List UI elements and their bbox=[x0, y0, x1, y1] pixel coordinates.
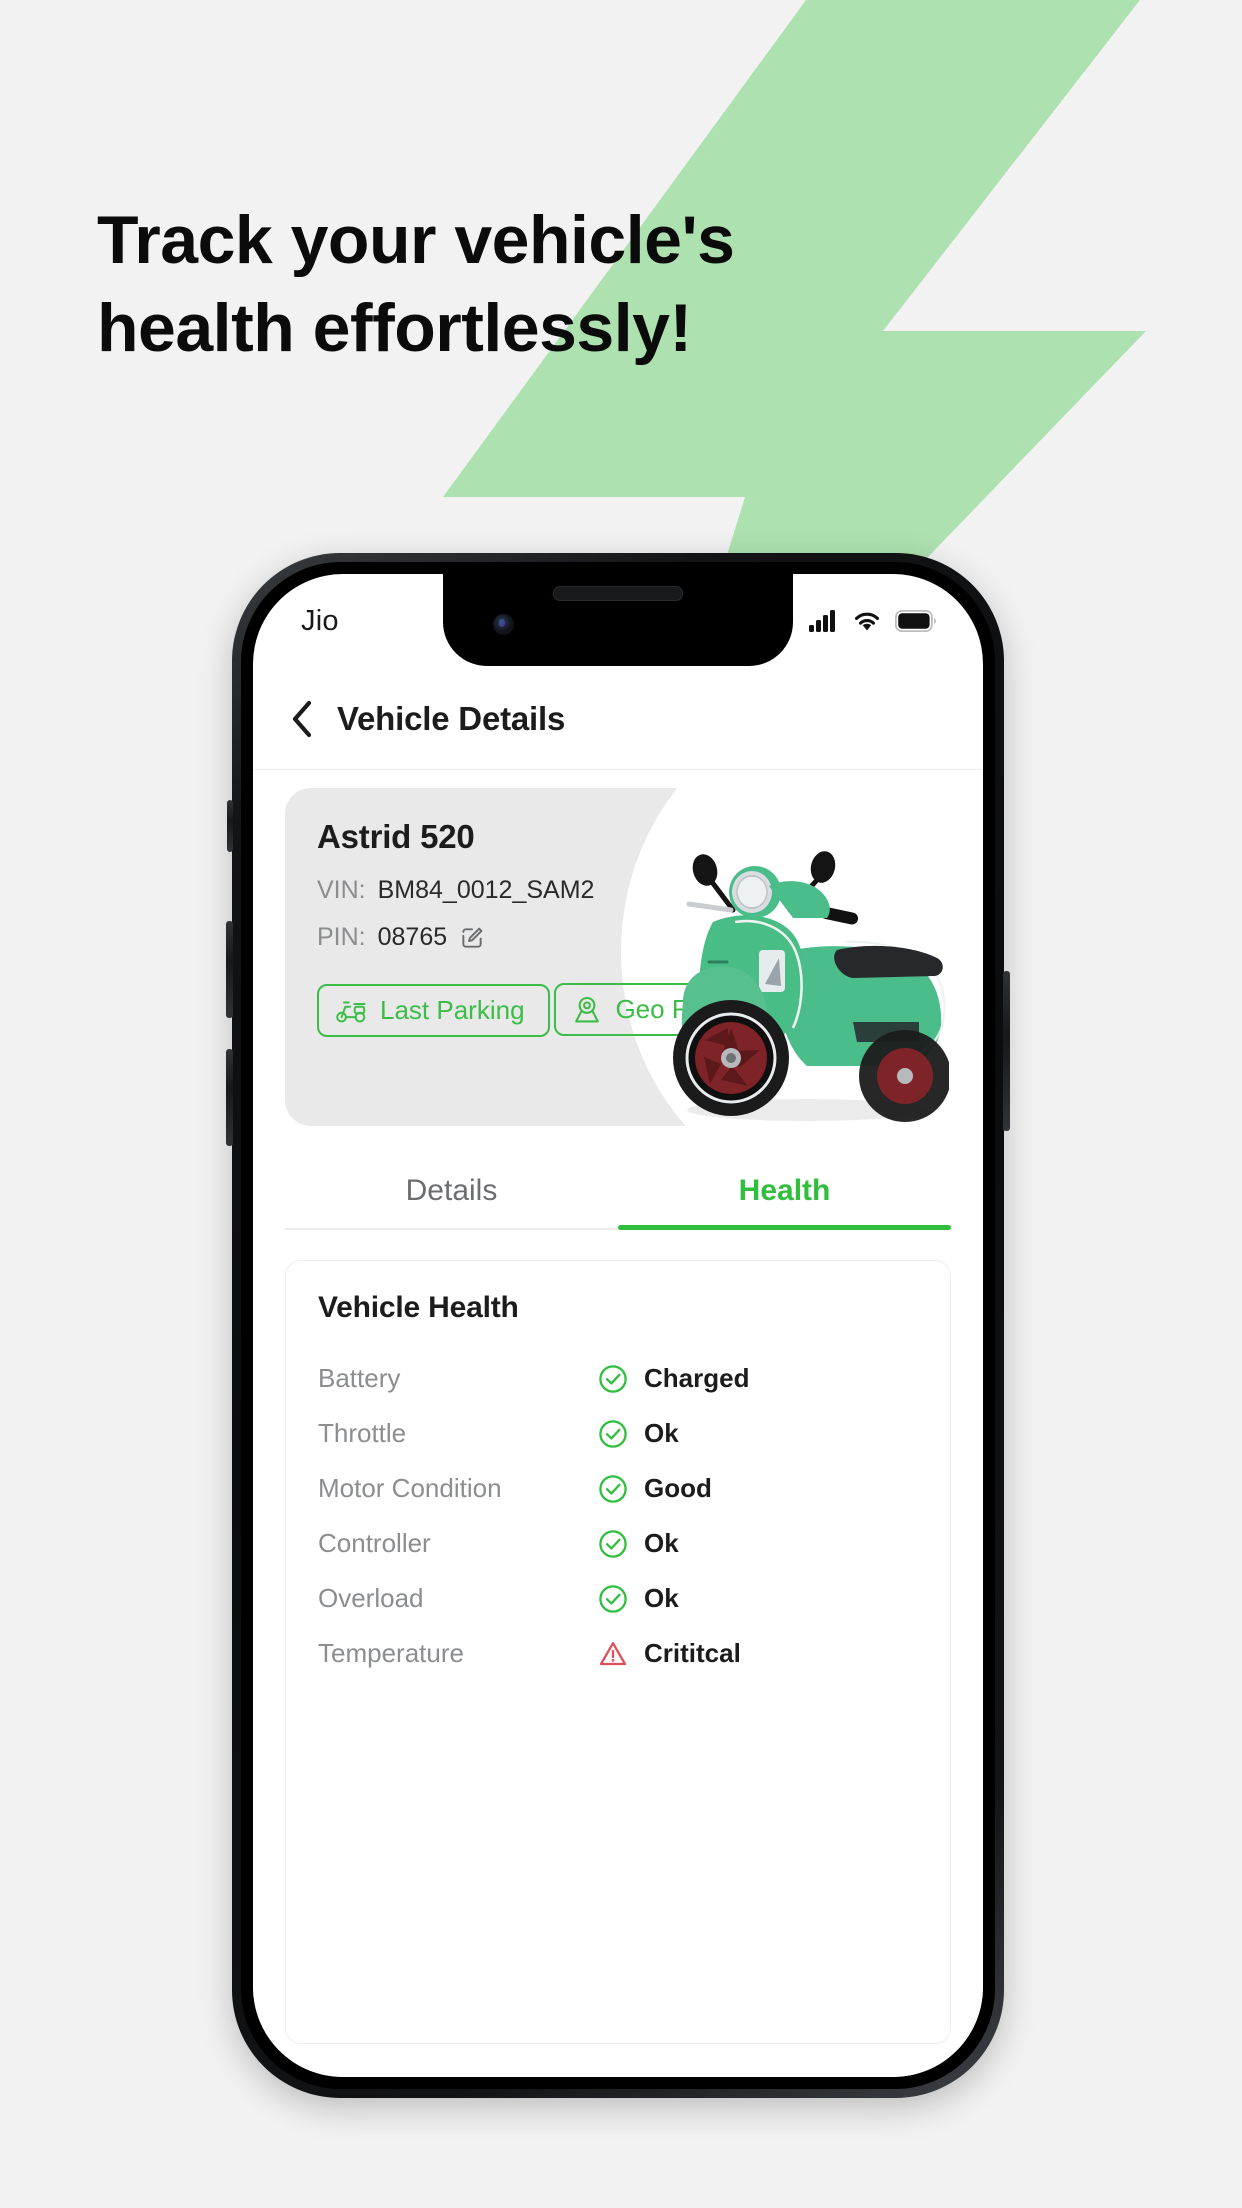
check-circle-icon bbox=[599, 1474, 627, 1503]
health-label: Temperature bbox=[318, 1638, 464, 1668]
check-circle-icon bbox=[599, 1364, 627, 1393]
health-status: Ok bbox=[598, 1583, 679, 1614]
health-label: Overload bbox=[318, 1583, 424, 1613]
geo-fence-pin-icon bbox=[575, 996, 600, 1022]
vehicle-tabs: Details Health bbox=[285, 1162, 951, 1230]
pin-value: 08765 bbox=[377, 923, 448, 951]
phone-mockup: Jio Vehicle Details Astrid 520 VIN: BM84… bbox=[226, 553, 1010, 2098]
headline-line-1: Track your vehicle's bbox=[97, 202, 735, 278]
chevron-left-icon bbox=[292, 700, 312, 737]
cellular-bars-icon bbox=[809, 610, 835, 632]
status-bar: Jio bbox=[253, 574, 983, 668]
health-row-battery: Battery Charged bbox=[318, 1351, 918, 1406]
health-status: Charged bbox=[598, 1363, 749, 1394]
health-status-text: Crititcal bbox=[644, 1638, 741, 1668]
health-status: Good bbox=[598, 1473, 712, 1504]
health-status-text: Good bbox=[644, 1473, 712, 1503]
vin-value: BM84_0012_SAM2 bbox=[377, 876, 595, 904]
health-row-overload: Overload Ok bbox=[318, 1571, 918, 1626]
health-status-text: Ok bbox=[644, 1418, 679, 1448]
health-status-text: Ok bbox=[644, 1583, 679, 1613]
vehicle-summary-card: Astrid 520 VIN: BM84_0012_SAM2 PIN: 0876… bbox=[285, 788, 951, 1126]
health-status: Ok bbox=[598, 1528, 679, 1559]
check-circle-icon bbox=[599, 1584, 627, 1613]
health-status-text: Ok bbox=[644, 1528, 679, 1558]
carrier-label: Jio bbox=[301, 604, 339, 637]
health-card-title: Vehicle Health bbox=[318, 1291, 519, 1324]
silent-switch[interactable] bbox=[227, 800, 233, 852]
scooter-image bbox=[673, 851, 949, 1122]
headline-line-2: health effortlessly! bbox=[97, 290, 692, 367]
tab-details[interactable]: Details bbox=[285, 1162, 618, 1228]
volume-down-button[interactable] bbox=[226, 1049, 233, 1146]
status-icons bbox=[809, 610, 937, 632]
health-label: Throttle bbox=[318, 1418, 407, 1448]
tab-health[interactable]: Health bbox=[618, 1162, 951, 1230]
scooter-icon bbox=[336, 1001, 366, 1022]
check-circle-icon bbox=[599, 1419, 627, 1448]
health-label: Controller bbox=[318, 1528, 431, 1558]
back-button[interactable] bbox=[289, 699, 315, 739]
health-label: Motor Condition bbox=[318, 1473, 502, 1503]
warning-triangle-icon bbox=[599, 1641, 627, 1665]
health-label: Battery bbox=[318, 1363, 401, 1393]
health-row-controller: Controller Ok bbox=[318, 1516, 918, 1571]
health-status: Crititcal bbox=[598, 1638, 741, 1669]
promo-headline: Track your vehicle's health effortlessly… bbox=[97, 196, 957, 373]
edit-pin-button[interactable] bbox=[459, 925, 485, 951]
wifi-icon bbox=[855, 612, 879, 631]
last-parking-label: Last Parking bbox=[380, 995, 525, 1025]
app-navigation-bar: Vehicle Details bbox=[253, 668, 983, 770]
check-circle-icon bbox=[599, 1529, 627, 1558]
health-status-text: Charged bbox=[644, 1363, 750, 1393]
page-title: Vehicle Details bbox=[337, 699, 566, 737]
health-row-throttle: Throttle Ok bbox=[318, 1406, 918, 1461]
edit-pencil-icon bbox=[462, 927, 483, 948]
last-parking-button[interactable]: Last Parking bbox=[317, 984, 550, 1037]
vin-label: VIN: bbox=[317, 876, 366, 904]
phone-screen: Jio Vehicle Details Astrid 520 VIN: BM84… bbox=[253, 574, 983, 2077]
volume-up-button[interactable] bbox=[226, 921, 233, 1018]
vehicle-health-card: Vehicle Health Battery Charged Throttle bbox=[285, 1260, 951, 2044]
pin-label: PIN: bbox=[317, 923, 366, 951]
screen-content: Astrid 520 VIN: BM84_0012_SAM2 PIN: 0876… bbox=[253, 770, 983, 2077]
health-row-temperature: Temperature Crititcal bbox=[318, 1626, 918, 1681]
power-button[interactable] bbox=[1003, 971, 1010, 1131]
battery-full-icon bbox=[895, 610, 936, 632]
health-status: Ok bbox=[598, 1418, 679, 1449]
health-row-motor-condition: Motor Condition Good bbox=[318, 1461, 918, 1516]
